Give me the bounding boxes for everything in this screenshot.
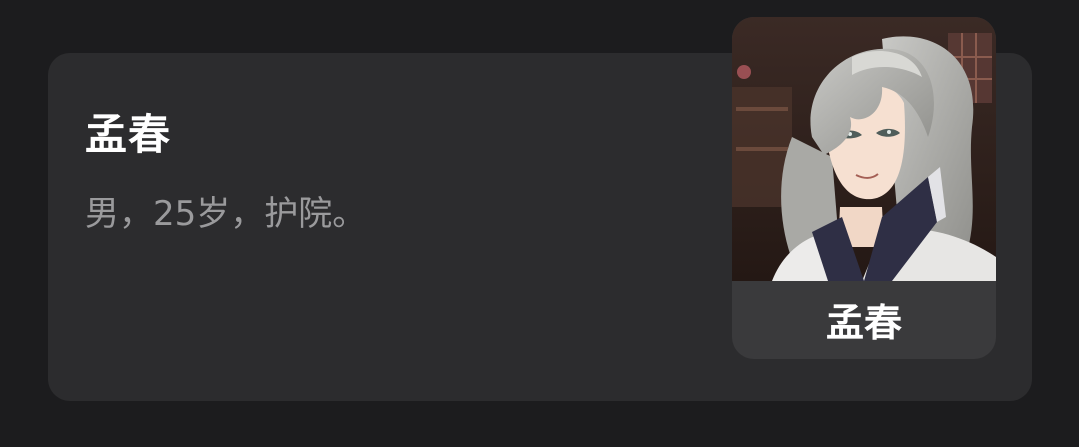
character-portrait-card[interactable]: 孟春 <box>732 17 996 359</box>
character-description: 男，25岁，护院。 <box>85 194 367 234</box>
portrait-caption: 孟春 <box>825 301 902 345</box>
character-name: 孟春 <box>85 110 172 159</box>
character-portrait-image <box>732 17 996 281</box>
